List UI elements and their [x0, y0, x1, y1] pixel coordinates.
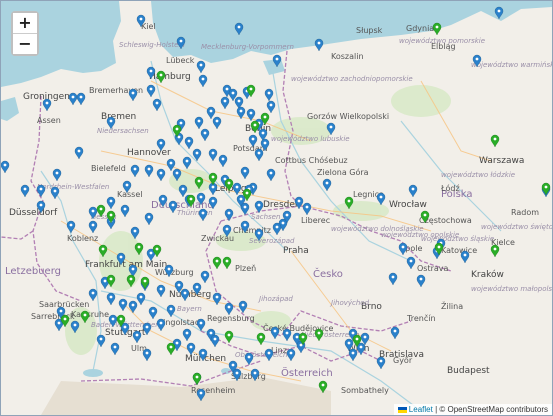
city-kassel: Kassel: [117, 190, 143, 199]
country-label-austria: Österreich: [281, 366, 333, 379]
city-hamburg: Hamburg: [149, 72, 191, 82]
region-warminsko: województwo warmińsko-mazurskie: [471, 61, 552, 69]
country-label-luxembourg: Letzebuerg: [5, 266, 61, 277]
map-tiles[interactable]: Deutschland Česko Polska Österreich Letz…: [1, 1, 552, 415]
city-ostrava: Ostrava: [417, 264, 449, 273]
region-slaskie: województwo śląskie: [421, 235, 494, 243]
map-container[interactable]: Deutschland Česko Polska Österreich Letz…: [0, 0, 553, 416]
city-liberec: Liberec: [301, 216, 330, 225]
city-gdynia: Gdynia: [406, 24, 434, 33]
city-regensburg: Regensburg: [207, 314, 255, 323]
leaflet-link[interactable]: Leaflet: [409, 405, 433, 414]
region-mecklenburg: Mecklenburg-Vorpommern: [201, 43, 294, 51]
attribution-separator: |: [435, 405, 438, 414]
city-cottbus: Cottbus Chóśebuz: [275, 155, 348, 165]
city-wurzburg: Würzburg: [155, 268, 194, 277]
city-slupsk: Słupsk: [356, 26, 383, 35]
region-zachodniopomorskie: województwo zachodniopomorskie: [291, 75, 413, 83]
ukraine-flag-icon: [397, 406, 407, 413]
city-zilina: Žilina: [441, 300, 463, 311]
region-pomorskie: województwo pomorskie: [399, 37, 485, 45]
city-bielefeld: Bielefeld: [91, 164, 126, 173]
region-lubuskie: województwo lubuskie: [271, 135, 350, 143]
region-oberosterreich: Oberösterreich: [235, 351, 287, 359]
zoom-control: + −: [11, 11, 39, 56]
city-dusseldorf: Düsseldorf: [9, 208, 58, 218]
city-budapest: Budapest: [447, 366, 490, 376]
city-warszawa: Warszawa: [479, 156, 524, 166]
city-koszalin: Koszalin: [331, 52, 364, 61]
city-szombathely: Sombathely: [341, 386, 389, 395]
region-bayern: Bayern: [177, 305, 202, 313]
region-swietokrzyskie: województwo świętokrzyskie: [481, 223, 552, 231]
region-jihovychod: Jihovýchod: [329, 299, 370, 307]
city-radom: Radom: [511, 208, 539, 217]
osm-attribution[interactable]: © OpenStreetMap contributors: [439, 405, 548, 414]
city-lubeck: Lübeck: [166, 56, 195, 65]
country-label-czechia: Česko: [313, 267, 343, 280]
city-lodz: Łódź: [440, 183, 460, 193]
city-zwickau: Zwickau: [201, 234, 234, 243]
city-gorzow: Gorzów Wielkopolski: [307, 111, 389, 121]
zoom-in-button[interactable]: +: [13, 13, 37, 34]
region-niedersachsen: Niedersachsen: [97, 127, 149, 135]
city-praha: Praha: [283, 246, 309, 256]
region-thuringen: Thüringen: [177, 209, 213, 217]
city-saarbrucken: Saarbrücken: [39, 300, 89, 309]
city-nurnberg: Nürnberg: [169, 290, 211, 300]
city-karlsruhe: Karlsruhe: [71, 310, 109, 319]
city-trencin: Trenčín: [406, 313, 436, 323]
region-jihozapad: Jihozápad: [257, 295, 293, 303]
city-krakow: Kraków: [471, 269, 504, 280]
zoom-out-button[interactable]: −: [13, 34, 37, 54]
region-lodzkie: województwo łódzkie: [441, 171, 515, 179]
city-hannover: Hannover: [127, 148, 171, 158]
map-attribution: Leaflet | © OpenStreetMap contributors: [393, 404, 552, 415]
region-malopolskie: województwo małopolskie: [471, 285, 552, 293]
city-koblenz: Koblenz: [67, 234, 98, 243]
city-bremen: Bremen: [101, 112, 136, 122]
city-chemnitz: Chemnitz: [233, 226, 271, 235]
region-nrw: Nordrhein-Westfalen: [37, 183, 109, 191]
region-severozapad: Severozápad: [249, 237, 295, 245]
city-wroclaw: Wrocław: [389, 200, 427, 210]
region-schleswig: Schleswig-Holstein: [119, 41, 185, 49]
city-katowice: Katowice: [441, 246, 477, 255]
city-zielona-gora: Zielona Góra: [317, 167, 369, 177]
city-gyor: Győr: [393, 356, 413, 365]
city-assen: Assen: [37, 116, 61, 125]
city-plzen: Plzeň: [235, 263, 256, 273]
region-sachsen: Sachsen: [251, 213, 280, 221]
